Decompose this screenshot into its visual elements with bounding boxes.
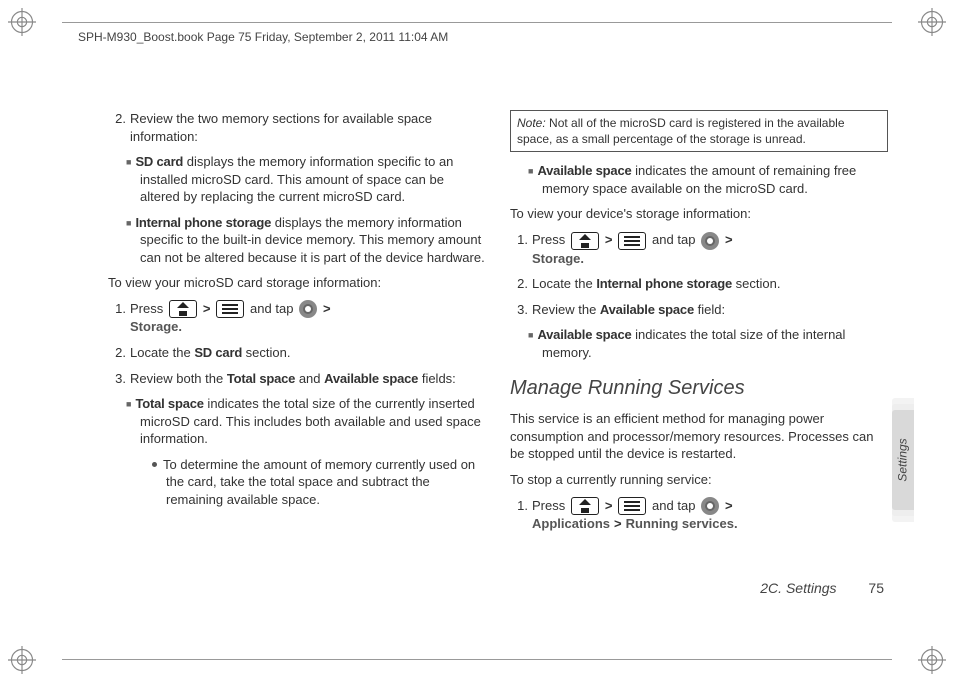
term: SD card (194, 345, 242, 360)
text: Review both the (130, 371, 227, 386)
crop-mark-icon (918, 646, 946, 674)
text: Review the two memory sections for avail… (130, 111, 432, 144)
crop-mark-icon (918, 8, 946, 36)
text: and tap (246, 301, 297, 316)
note-text: Not all of the microSD card is registere… (517, 116, 845, 146)
list-item: To determine the amount of memory curren… (152, 456, 486, 509)
list-item: ■Internal phone storage displays the mem… (126, 214, 486, 267)
menu-icon (618, 497, 646, 515)
list-item: 1.Press > and tap >Storage. (510, 231, 888, 267)
term: Available space (537, 327, 631, 342)
list-item: 1.Press > and tap >Storage. (108, 300, 486, 336)
text: Review the (532, 302, 600, 317)
settings-icon (701, 497, 719, 515)
text: Locate the (130, 345, 194, 360)
list-item: 3.Review both the Total space and Availa… (108, 370, 486, 388)
menu-path: Storage. (130, 319, 182, 334)
paragraph: This service is an efficient method for … (510, 410, 888, 463)
lead-text: To view your microSD card storage inform… (108, 274, 486, 292)
settings-icon (299, 300, 317, 318)
chevron-icon: > (323, 301, 331, 316)
page-body: 2.Review the two memory sections for ava… (108, 110, 888, 582)
chevron-icon: > (605, 232, 613, 247)
list-item: 2.Review the two memory sections for ava… (108, 110, 486, 145)
menu-icon (618, 232, 646, 250)
text: and tap (648, 232, 699, 247)
note-label: Note: (517, 116, 546, 130)
section-heading: Manage Running Services (510, 375, 888, 402)
home-icon (571, 497, 599, 515)
lead-text: To stop a currently running service: (510, 471, 888, 489)
list-item: 3.Review the Available space field: (510, 301, 888, 319)
right-column: Note: Not all of the microSD card is reg… (510, 110, 888, 582)
left-column: 2.Review the two memory sections for ava… (108, 110, 486, 582)
bullet-icon (152, 462, 157, 467)
page-header: SPH-M930_Boost.book Page 75 Friday, Sept… (78, 30, 448, 44)
chevron-icon: > (605, 498, 613, 513)
text: Press (130, 301, 167, 316)
menu-icon (216, 300, 244, 318)
text: and (295, 371, 324, 386)
chevron-icon: > (725, 232, 733, 247)
term: SD card (135, 154, 183, 169)
lead-text: To view your device's storage informatio… (510, 205, 888, 223)
settings-icon (701, 232, 719, 250)
crop-line (62, 659, 892, 660)
term: Total space (135, 396, 203, 411)
list-item: ■Available space indicates the total siz… (528, 326, 888, 361)
text: Press (532, 232, 569, 247)
chevron-icon: > (725, 498, 733, 513)
side-tab-label: Settings (896, 438, 910, 481)
crop-mark-icon (8, 8, 36, 36)
crop-line (62, 22, 892, 23)
term: Total space (227, 371, 295, 386)
home-icon (571, 232, 599, 250)
text: section. (242, 345, 290, 360)
term: Available space (324, 371, 418, 386)
text: Locate the (532, 276, 596, 291)
menu-path: Running services. (626, 516, 738, 531)
text: displays the memory information specific… (140, 154, 453, 204)
term: Internal phone storage (135, 215, 271, 230)
crop-mark-icon (8, 646, 36, 674)
page-number: 75 (868, 580, 884, 596)
text: Press (532, 498, 569, 513)
text: section. (732, 276, 780, 291)
page-footer: 2C. Settings 75 (0, 580, 884, 596)
term: Available space (600, 302, 694, 317)
list-item: 1.Press > and tap >Applications>Running … (510, 497, 888, 533)
home-icon (169, 300, 197, 318)
text: field: (694, 302, 725, 317)
list-item: ■Available space indicates the amount of… (528, 162, 888, 197)
chevron-icon: > (614, 516, 622, 531)
list-item: 2.Locate the SD card section. (108, 344, 486, 362)
note-box: Note: Not all of the microSD card is reg… (510, 110, 888, 152)
footer-section: 2C. Settings (760, 580, 836, 596)
menu-path: Applications (532, 516, 610, 531)
text: fields: (418, 371, 456, 386)
chevron-icon: > (203, 301, 211, 316)
text: and tap (648, 498, 699, 513)
list-item: ■SD card displays the memory information… (126, 153, 486, 206)
term: Internal phone storage (596, 276, 732, 291)
list-item: ■Total space indicates the total size of… (126, 395, 486, 448)
term: Available space (537, 163, 631, 178)
list-item: 2.Locate the Internal phone storage sect… (510, 275, 888, 293)
side-tab: Settings (892, 410, 914, 510)
text: To determine the amount of memory curren… (163, 457, 475, 507)
menu-path: Storage. (532, 251, 584, 266)
